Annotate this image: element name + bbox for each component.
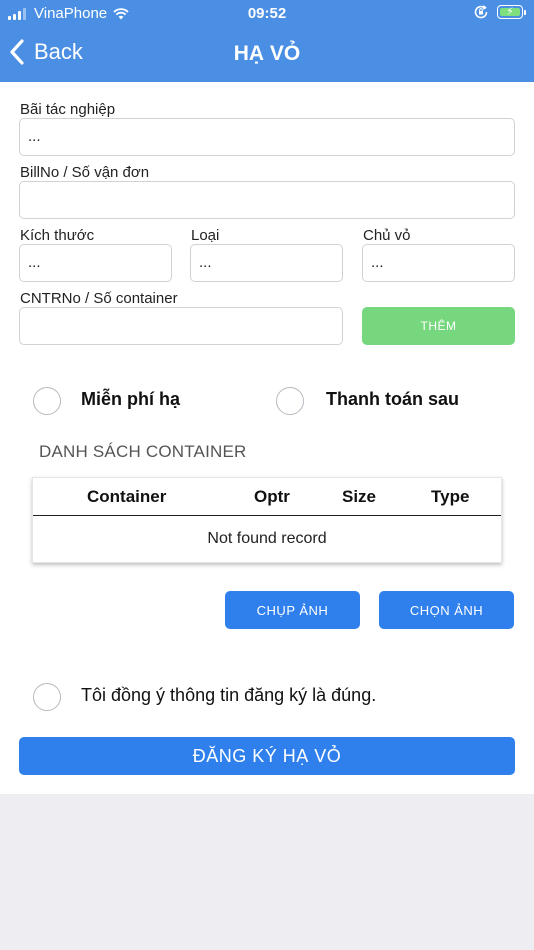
container-table: Container Optr Size Type Not found recor… [32, 477, 502, 563]
free-label: Miễn phí hạ [81, 389, 180, 409]
choose-photo-button[interactable]: CHỌN ẢNH [379, 591, 514, 629]
rotation-lock-icon [474, 5, 488, 19]
bai-tac-nghiep-select[interactable]: ... [19, 118, 515, 156]
kich-thuoc-select[interactable]: ... [19, 244, 172, 282]
agree-label: Tôi đồng ý thông tin đăng ký là đúng. [81, 685, 377, 705]
page-title: HẠ VỎ [233, 42, 301, 65]
free-radio[interactable] [33, 387, 61, 415]
bai-tac-nghiep-label: Bãi tác nghiệp [20, 101, 116, 118]
battery-nub [524, 9, 526, 15]
empty-record-text: Not found record [207, 530, 327, 547]
column-header-size: Size [342, 487, 377, 506]
chu-vo-label: Chủ vỏ [363, 227, 411, 244]
loai-select[interactable]: ... [190, 244, 343, 282]
bill-no-input[interactable] [19, 181, 515, 219]
table-header: Container Optr Size Type [33, 478, 501, 516]
container-list-title: DANH SÁCH CONTAINER [39, 442, 247, 461]
column-header-container: Container [87, 487, 167, 506]
agree-radio[interactable] [33, 683, 61, 711]
column-header-optr: Optr [254, 487, 290, 506]
column-header-type: Type [431, 487, 470, 506]
nav-bar: Back HẠ VỎ [0, 30, 534, 80]
cntr-no-label: CNTRNo / Số container [20, 290, 178, 307]
bill-no-label: BillNo / Số vận đơn [20, 164, 150, 181]
status-right: ⚡ [473, 4, 526, 20]
pay-later-radio[interactable] [276, 387, 304, 415]
status-bar: VinaPhone 09:52 ⚡ [0, 0, 534, 28]
form-card: Bãi tác nghiệp ... BillNo / Số vận đơn K… [0, 82, 534, 794]
submit-button[interactable]: ĐĂNG KÝ HẠ VỎ [19, 737, 515, 775]
kich-thuoc-label: Kích thước [20, 227, 95, 244]
take-photo-button[interactable]: CHỤP ẢNH [225, 591, 360, 629]
add-container-button[interactable]: THÊM [362, 307, 515, 345]
app-header: VinaPhone 09:52 ⚡ Back HẠ VỎ [0, 0, 534, 82]
loai-label: Loại [191, 227, 220, 244]
cntr-no-input[interactable] [19, 307, 343, 345]
battery-icon: ⚡ [497, 5, 523, 19]
status-time: 09:52 [247, 5, 287, 22]
chu-vo-select[interactable]: ... [362, 244, 515, 282]
pay-later-label: Thanh toán sau [326, 389, 460, 409]
